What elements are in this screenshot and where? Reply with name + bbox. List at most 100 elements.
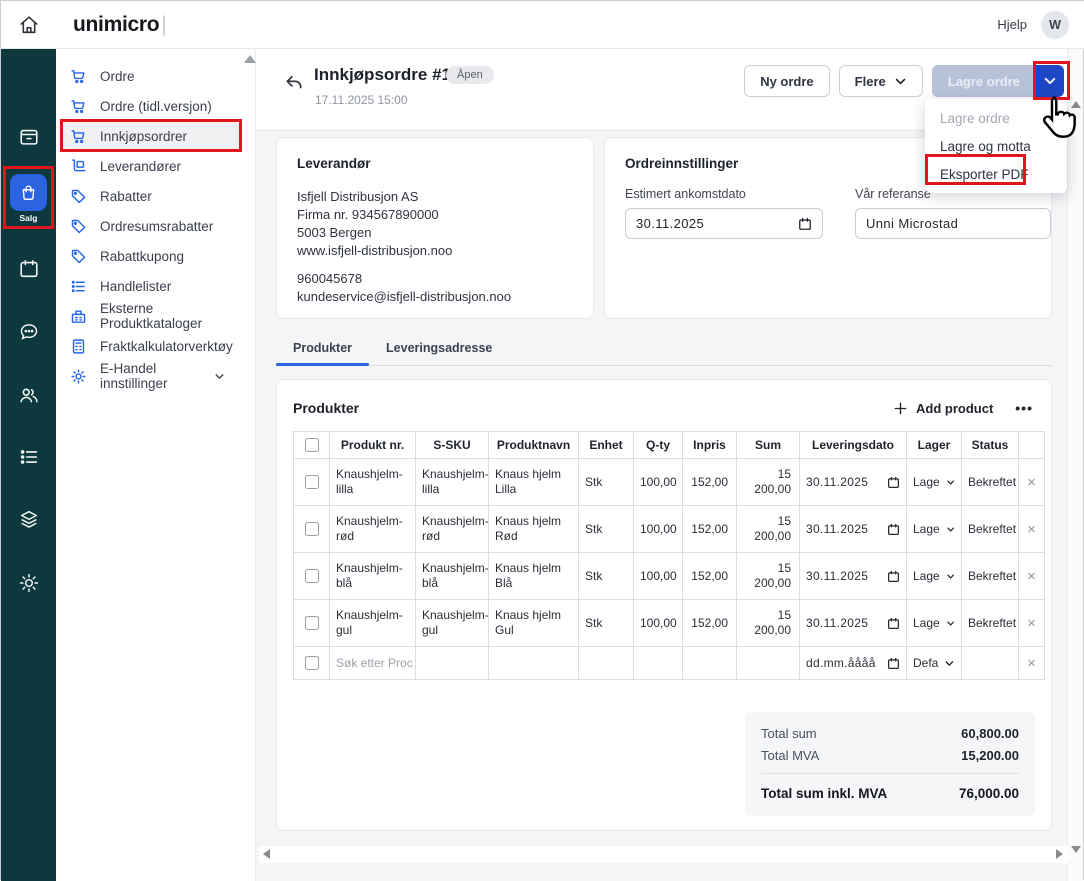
eta-date-input[interactable]: 30.11.2025 (625, 208, 823, 239)
total-sum-value: 60,800.00 (961, 726, 1019, 741)
row-checkbox[interactable] (305, 475, 319, 489)
stock-select[interactable]: Lage (913, 475, 955, 490)
chevron-down-icon (946, 524, 955, 535)
menu-item-lagre-og-motta[interactable]: Lagre og motta (925, 132, 1067, 160)
sidebar-item-fraktkalkulatorverktoy[interactable]: Fraktkalkulatorverktøy (63, 332, 239, 360)
top-bar: unimicro| Hjelp W (1, 1, 1084, 49)
stock-select[interactable]: Lage (913, 522, 955, 537)
back-arrow-icon[interactable] (284, 73, 304, 93)
layers-icon[interactable] (1, 508, 56, 530)
calendar-icon (887, 657, 900, 670)
scroll-right-icon[interactable] (1056, 849, 1063, 859)
sidebar-scroll-up-icon[interactable] (244, 55, 256, 63)
sidebar-item-handlelister[interactable]: Handlelister (63, 272, 239, 300)
vertical-scrollbar[interactable] (1067, 49, 1083, 881)
remove-row-icon[interactable]: × (1019, 553, 1045, 600)
horizontal-scrollbar[interactable] (259, 846, 1069, 863)
remove-row-icon[interactable]: × (1019, 506, 1045, 553)
chevron-down-icon (946, 477, 955, 488)
total-incl-mva-label: Total sum inkl. MVA (761, 786, 887, 801)
settings-gear-icon[interactable] (1, 572, 56, 594)
scroll-down-icon[interactable] (1071, 846, 1081, 853)
add-product-button[interactable]: Add product (893, 401, 993, 416)
chat-icon[interactable] (1, 321, 56, 343)
remove-row-icon[interactable]: × (1019, 647, 1045, 680)
delivery-date-input[interactable]: 30.11.2025 (806, 475, 900, 490)
row-checkbox[interactable] (305, 569, 319, 583)
status-cell: Bekreftet (962, 600, 1019, 647)
page-title: Innkjøpsordre #10 (314, 65, 460, 85)
avatar[interactable]: W (1041, 11, 1069, 39)
save-dropdown-caret[interactable] (1036, 65, 1064, 97)
sidebar-item-ordre-tidl[interactable]: Ordre (tidl.versjon) (63, 92, 239, 120)
stock-select[interactable]: Defa (913, 656, 955, 671)
select-all-checkbox[interactable] (305, 438, 319, 452)
col-delivery: Leveringsdato (800, 432, 907, 459)
scroll-left-icon[interactable] (263, 849, 270, 859)
sidebar-item-ordre[interactable]: Ordre (63, 62, 239, 90)
sidebar-item-label: Fraktkalkulatorverktøy (100, 339, 233, 354)
row-checkbox[interactable] (305, 616, 319, 630)
tab-leveringsadresse[interactable]: Leveringsadresse (369, 335, 509, 365)
totals-summary: Total sum 60,800.00 Total MVA 15,200.00 … (745, 712, 1035, 816)
delivery-date-input[interactable]: 30.11.2025 (806, 569, 900, 584)
help-link[interactable]: Hjelp (997, 17, 1027, 32)
tag-icon (70, 188, 87, 205)
tag-icon (70, 218, 87, 235)
scroll-up-icon[interactable] (1071, 101, 1081, 108)
calendar-icon[interactable] (798, 217, 812, 231)
nav-rail: Salg (1, 49, 56, 881)
product-search-input[interactable]: Søk etter Proc (336, 656, 413, 670)
users-icon[interactable] (1, 384, 56, 406)
table-row: Knaushjelm-blå Knaushjelm-blå Knaus hjel… (294, 553, 1045, 600)
unimicro-logo: unimicro| (73, 13, 166, 37)
calendar-icon (887, 617, 900, 630)
row-checkbox[interactable] (305, 656, 319, 670)
home-icon[interactable] (1, 14, 56, 36)
archive-icon[interactable] (1, 126, 56, 148)
sidebar-item-ehandel-innstillinger[interactable]: E-Handel innstillinger (63, 362, 239, 390)
sidebar-item-label: Ordre (100, 69, 135, 84)
tab-produkter[interactable]: Produkter (276, 335, 369, 365)
col-status: Status (962, 432, 1019, 459)
supplier-name: Isfjell Distribusjon AS (297, 188, 573, 206)
detail-tabs: Produkter Leveringsadresse (276, 335, 1052, 366)
stock-select[interactable]: Lage (913, 569, 955, 584)
sidebar-item-eksterne-produktkataloger[interactable]: Eksterne Produktkataloger (63, 302, 239, 330)
sidebar-item-rabattkupong[interactable]: Rabattkupong (63, 242, 239, 270)
delivery-date-input[interactable]: 30.11.2025 (806, 522, 900, 537)
delivery-date-input[interactable]: 30.11.2025 (806, 616, 900, 631)
calendar-icon[interactable] (1, 258, 56, 280)
sidebar-item-ordresumsrabatter[interactable]: Ordresumsrabatter (63, 212, 239, 240)
chevron-down-icon (944, 658, 955, 669)
save-order-button[interactable]: Lagre ordre (932, 65, 1036, 97)
sidebar-item-innkjopsordrer[interactable]: Innkjøpsordrer (63, 122, 239, 150)
total-sum-label: Total sum (761, 726, 817, 741)
cart-icon (70, 98, 87, 115)
col-unit: Enhet (579, 432, 634, 459)
col-sku: S-SKU (416, 432, 489, 459)
delivery-date-input[interactable]: dd.mm.åååå (806, 656, 900, 671)
nav-sales-active[interactable] (10, 174, 47, 211)
status-cell: Bekreftet (962, 459, 1019, 506)
menu-item-eksporter-pdf[interactable]: Eksporter PDF (925, 160, 1067, 188)
checklist-icon (70, 278, 87, 295)
products-card: Produkter Add product ••• Produkt nr. S-… (276, 379, 1052, 831)
order-datetime: 17.11.2025 15:00 (315, 93, 408, 107)
more-options-icon[interactable]: ••• (1015, 400, 1033, 416)
supplier-website: www.isfjell-distribusjon.noo (297, 242, 573, 260)
sidebar-item-rabatter[interactable]: Rabatter (63, 182, 239, 210)
new-order-button[interactable]: Ny ordre (744, 65, 829, 97)
menu-item-lagre-ordre[interactable]: Lagre ordre (925, 104, 1067, 132)
stock-select[interactable]: Lage (913, 616, 955, 631)
our-reference-input[interactable]: Unni Microstad (855, 208, 1051, 239)
more-button[interactable]: Flere (839, 65, 923, 97)
task-list-icon[interactable] (1, 446, 56, 468)
remove-row-icon[interactable]: × (1019, 600, 1045, 647)
row-checkbox[interactable] (305, 522, 319, 536)
supplier-city: 5003 Bergen (297, 224, 573, 242)
col-price: Inpris (683, 432, 737, 459)
chevron-down-icon (214, 371, 225, 382)
remove-row-icon[interactable]: × (1019, 459, 1045, 506)
sidebar-item-leverandorer[interactable]: Leverandører (63, 152, 239, 180)
